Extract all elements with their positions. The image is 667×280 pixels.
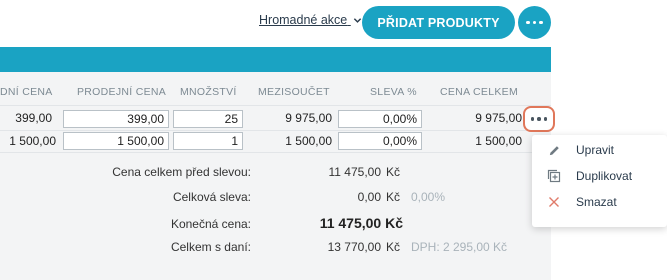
discount-total-label: Celková sleva: bbox=[172, 190, 251, 204]
quantity-input[interactable]: 1 bbox=[173, 132, 243, 150]
buy-price-cell: 399,00 bbox=[15, 111, 52, 125]
column-header-discount: SLEVA % bbox=[370, 86, 417, 98]
column-header-buy-price: DNÍ CENA bbox=[0, 86, 53, 98]
row-divider bbox=[0, 130, 551, 131]
discount-input[interactable]: 0,00% bbox=[338, 110, 422, 128]
subtotal-cell: 9 975,00 bbox=[285, 111, 332, 125]
column-header-sell-price: PRODEJNÍ CENA bbox=[77, 86, 167, 98]
sell-price-input[interactable]: 1 500,00 bbox=[63, 132, 169, 150]
before-discount-label: Cena celkem před slevou: bbox=[112, 165, 251, 179]
pencil-icon bbox=[547, 143, 561, 157]
menu-item-delete[interactable]: Smazat bbox=[532, 189, 667, 215]
more-options-button[interactable] bbox=[518, 6, 551, 39]
dot-icon bbox=[537, 117, 541, 121]
dot-icon bbox=[526, 20, 530, 25]
add-products-button[interactable]: PŘIDAT PRODUKTY bbox=[362, 6, 515, 39]
tax-note: DPH: 2 295,00 Kč bbox=[411, 240, 508, 254]
chevron-down-icon bbox=[353, 18, 361, 24]
close-icon bbox=[547, 195, 561, 209]
menu-item-delete-label: Smazat bbox=[576, 195, 617, 209]
column-header-subtotal: MEZISOUČET bbox=[258, 86, 330, 98]
dot-icon bbox=[532, 20, 537, 25]
duplicate-icon bbox=[547, 169, 561, 183]
total-cell: 9 975,00 bbox=[475, 111, 522, 125]
quantity-input[interactable]: 25 bbox=[173, 110, 243, 128]
subtotal-cell: 1 500,00 bbox=[285, 134, 332, 148]
buy-price-cell: 1 500,00 bbox=[9, 134, 56, 148]
dot-icon bbox=[539, 20, 543, 25]
column-header-quantity: MNOŽSTVÍ bbox=[180, 86, 237, 98]
dot-icon bbox=[530, 117, 535, 121]
discount-input[interactable]: 0,00% bbox=[338, 132, 422, 150]
row-divider bbox=[0, 152, 551, 153]
total-with-tax-value: 13 770,00 bbox=[327, 240, 381, 254]
row-divider bbox=[0, 105, 551, 106]
final-price-label: Konečná cena: bbox=[170, 217, 251, 231]
currency-label: Kč bbox=[386, 190, 401, 204]
discount-total-value: 0,00 bbox=[357, 190, 381, 204]
row-options-menu: Upravit Duplikovat Smazat bbox=[532, 135, 667, 227]
sell-price-input[interactable]: 399,00 bbox=[63, 110, 169, 128]
bulk-actions-link[interactable]: Hromadné akce bbox=[259, 13, 362, 27]
final-price-value: 11 475,00 Kč bbox=[319, 215, 403, 231]
before-discount-value: 11 475,00 bbox=[328, 165, 382, 179]
menu-item-edit[interactable]: Upravit bbox=[532, 137, 667, 163]
currency-label: Kč bbox=[386, 240, 401, 254]
column-header-total: CENA CELKEM bbox=[440, 86, 518, 98]
bulk-actions-label: Hromadné akce bbox=[259, 13, 348, 27]
table-header-band bbox=[0, 47, 551, 72]
dot-icon bbox=[543, 117, 548, 121]
total-cell: 1 500,00 bbox=[475, 134, 522, 148]
currency-label: Kč bbox=[386, 165, 401, 179]
menu-item-edit-label: Upravit bbox=[576, 143, 615, 157]
menu-item-duplicate-label: Duplikovat bbox=[576, 169, 633, 183]
menu-item-duplicate[interactable]: Duplikovat bbox=[532, 163, 667, 189]
row-options-button[interactable] bbox=[523, 106, 555, 132]
discount-percent: 0,00% bbox=[411, 190, 446, 204]
total-with-tax-label: Celkem s daní: bbox=[170, 240, 251, 254]
